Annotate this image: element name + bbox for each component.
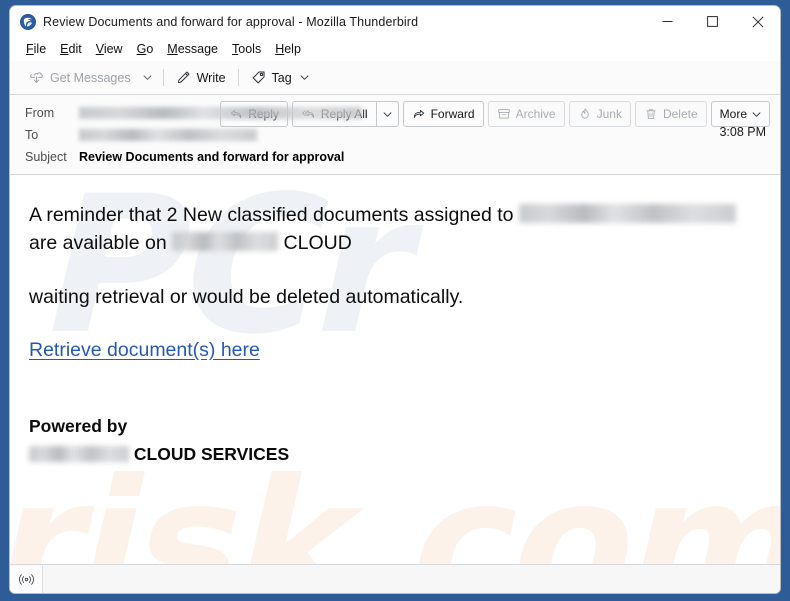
get-messages-button[interactable]: Get Messages	[22, 65, 138, 90]
menu-file-accel: F	[26, 42, 34, 56]
subject-label: Subject	[25, 150, 67, 164]
minimize-icon	[662, 21, 673, 22]
body-recipient-redacted	[518, 204, 736, 224]
body-paragraph-1: A reminder that 2 New classified documen…	[29, 201, 758, 257]
retrieve-documents-link[interactable]: Retrieve document(s) here	[29, 339, 260, 361]
main-toolbar: Get Messages Write Tag	[10, 61, 780, 95]
menu-view-accel: V	[95, 42, 104, 56]
menu-tools[interactable]: Tools	[225, 40, 268, 58]
menu-view[interactable]: View	[89, 40, 130, 58]
body-spacer-1	[29, 257, 758, 283]
toolbar-separator-1	[162, 69, 164, 86]
write-label: Write	[196, 70, 226, 85]
footer-cloud-services-label: CLOUD SERVICES	[133, 444, 290, 465]
pencil-icon	[177, 71, 190, 84]
menu-go[interactable]: Go	[130, 40, 161, 58]
to-value-redacted	[79, 129, 257, 141]
menu-edit[interactable]: Edit	[53, 40, 89, 58]
archive-button[interactable]: Archive	[487, 101, 565, 127]
maximize-button[interactable]	[690, 6, 735, 37]
menu-message-rest: essage	[177, 42, 219, 56]
toolbar-separator-2	[237, 69, 239, 86]
archive-icon	[497, 109, 510, 119]
more-label: More	[719, 107, 747, 121]
chevron-down-icon	[143, 75, 152, 80]
forward-icon	[413, 110, 424, 118]
footer-cloud-services-row: CLOUD SERVICES	[29, 440, 758, 468]
junk-button[interactable]: Junk	[568, 101, 631, 127]
delete-button[interactable]: Delete	[634, 101, 707, 127]
menu-help[interactable]: Help	[268, 40, 308, 58]
chevron-down-icon	[383, 111, 391, 117]
from-label: From	[25, 106, 55, 120]
subject-value: Review Documents and forward for approva…	[79, 150, 345, 164]
menu-edit-rest: dit	[68, 42, 82, 56]
window-controls	[645, 6, 780, 37]
menu-go-accel: G	[136, 42, 147, 56]
desktop-background: Review Documents and forward for approva…	[0, 0, 790, 601]
to-label: To	[25, 128, 39, 142]
window-title: Review Documents and forward for approva…	[43, 14, 419, 29]
status-broadcast-cell[interactable]	[10, 565, 43, 593]
message-time: 3:08 PM	[719, 125, 766, 139]
more-button[interactable]: More	[710, 101, 770, 127]
delete-label: Delete	[662, 107, 698, 121]
close-button[interactable]	[735, 6, 780, 37]
tag-label: Tag	[271, 70, 292, 85]
menu-tools-rest: ools	[238, 42, 262, 56]
menu-edit-accel: E	[60, 42, 69, 56]
thunderbird-icon	[20, 13, 36, 30]
menu-bar: File Edit View Go Message Tools Help	[10, 37, 780, 61]
menu-view-rest: iew	[103, 42, 123, 56]
body-spacer-3	[29, 362, 758, 412]
body-line2-text: are available on	[29, 232, 167, 255]
junk-label: Junk	[596, 107, 622, 121]
menu-message-accel: M	[167, 42, 178, 56]
thunderbird-window: Review Documents and forward for approva…	[9, 5, 781, 594]
message-body: PCr risk.com A reminder that 2 New class…	[10, 175, 780, 564]
reply-all-dropdown[interactable]	[375, 101, 399, 127]
from-value-redacted	[79, 107, 362, 119]
body-spacer-2	[29, 311, 758, 339]
status-bar	[10, 564, 780, 593]
tag-button[interactable]: Tag	[244, 65, 316, 90]
body-paragraph-2: waiting retrieval or would be deleted au…	[29, 286, 464, 309]
close-icon	[751, 15, 764, 28]
menu-help-rest: elp	[284, 42, 301, 56]
junk-flame-icon	[580, 108, 589, 119]
minimize-button[interactable]	[645, 6, 690, 37]
header-row-to: To	[10, 124, 780, 146]
tag-icon	[252, 71, 265, 84]
message-body-content: A reminder that 2 New classified documen…	[10, 175, 780, 468]
download-mail-icon	[30, 72, 43, 83]
menu-file-rest: ile	[33, 42, 47, 56]
write-button[interactable]: Write	[169, 65, 233, 90]
archive-label: Archive	[515, 107, 556, 121]
menu-message[interactable]: Message	[160, 40, 225, 58]
chevron-down-icon	[300, 75, 309, 80]
message-header: Reply Reply All	[10, 95, 780, 175]
trash-icon	[646, 109, 656, 119]
broadcast-icon	[18, 573, 34, 585]
title-bar: Review Documents and forward for approva…	[10, 6, 780, 37]
body-line1-text: A reminder that 2 New classified documen…	[29, 204, 514, 226]
get-messages-dropdown[interactable]	[138, 65, 158, 90]
footer-powered-by: Powered by	[29, 416, 128, 437]
forward-button[interactable]: Forward	[402, 101, 484, 127]
body-line2-cloud: CLOUD	[283, 232, 352, 255]
header-row-subject: Subject Review Documents and forward for…	[10, 146, 780, 168]
menu-help-accel: H	[275, 42, 285, 56]
forward-label: Forward	[430, 107, 475, 121]
chevron-down-icon	[752, 111, 761, 117]
menu-file[interactable]: File	[19, 40, 53, 58]
footer-brand-redacted	[29, 445, 129, 462]
get-messages-label: Get Messages	[50, 70, 131, 85]
menu-go-rest: o	[146, 42, 154, 56]
body-brand-redacted	[172, 232, 279, 252]
maximize-icon	[707, 16, 718, 27]
